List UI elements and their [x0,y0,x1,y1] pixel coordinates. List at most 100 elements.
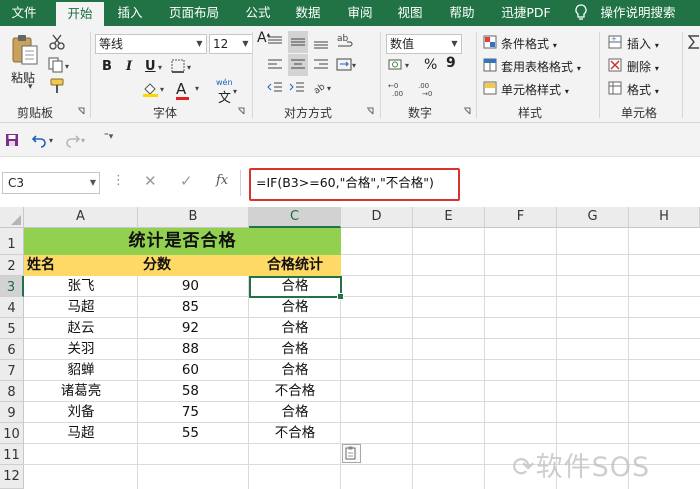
column-header-e[interactable]: E [413,207,485,228]
wrap-text-icon[interactable]: ab [336,32,356,50]
cell-score[interactable]: 85 [138,297,249,318]
font-size-select[interactable]: 12 ▼ [209,34,253,54]
tab-page-layout[interactable]: 页面布局 [162,0,226,26]
format-cells-button[interactable]: 格式 ▾ [627,81,659,98]
save-icon[interactable] [5,133,19,147]
bold-button[interactable]: B [102,59,112,74]
insert-function-button[interactable]: fx [216,173,228,188]
fill-color-icon[interactable]: ▾ [142,81,168,97]
accounting-format-icon[interactable]: ▾ [388,57,414,73]
delete-cells-icon[interactable] [608,58,622,72]
format-cells-icon[interactable] [608,81,622,95]
tab-formulas[interactable]: 公式 [238,0,278,26]
row-header-5[interactable]: 5 [0,318,24,339]
header-cell-name[interactable]: 姓名 [24,255,138,276]
cell-score[interactable]: 90 [138,276,249,297]
tab-insert[interactable]: 插入 [110,0,150,26]
decrease-indent-icon[interactable] [266,80,284,96]
paste-icon[interactable] [10,34,40,66]
comma-style-button[interactable]: 9 [446,55,456,71]
format-as-table-button[interactable]: 套用表格格式 ▾ [501,58,581,75]
editing-sum-icon[interactable] [688,35,700,49]
dialog-launcher-icon[interactable] [77,107,86,116]
delete-cells-button[interactable]: 删除 ▾ [627,58,659,75]
tab-home[interactable]: 开始 [56,2,104,26]
format-as-table-icon[interactable] [483,58,497,72]
cell-name[interactable]: 诸葛亮 [24,381,138,402]
cell-score[interactable]: 58 [138,381,249,402]
chevron-down-icon[interactable]: ▾ [233,87,237,96]
dialog-launcher-icon[interactable] [366,107,375,116]
cell-result[interactable]: 合格 [249,339,341,360]
column-header-d[interactable]: D [341,207,413,228]
font-color-button[interactable]: A [176,80,189,100]
select-all-button[interactable] [0,207,24,228]
row-header-10[interactable]: 10 [0,423,24,444]
cell-result[interactable]: 合格 [249,318,341,339]
row-header-11[interactable]: 11 [0,444,24,465]
cell-name[interactable]: 关羽 [24,339,138,360]
align-left-icon[interactable] [266,57,284,73]
sheet-title-cell[interactable]: 统计是否合格 [24,228,341,255]
decrease-decimal-icon[interactable]: .00→0 [418,81,442,97]
tab-review[interactable]: 审阅 [340,0,380,26]
orientation-icon[interactable]: ab ▾ [312,80,334,96]
percent-style-button[interactable]: % [424,57,437,73]
align-center-icon[interactable] [288,54,308,76]
cell-name[interactable]: 马超 [24,423,138,444]
cell-name[interactable]: 貂蝉 [24,360,138,381]
increase-decimal-icon[interactable]: ←0.00 [388,81,412,97]
underline-button[interactable]: U [145,59,156,74]
cell-score[interactable]: 55 [138,423,249,444]
chevron-down-icon[interactable]: ▾ [195,84,199,93]
merge-center-icon[interactable]: ▾ [336,57,358,73]
row-header-3[interactable]: 3 [0,276,24,297]
formula-bar-grip-icon[interactable]: ⋮ [112,173,125,188]
cell-name[interactable]: 马超 [24,297,138,318]
cell-name[interactable]: 张飞 [24,276,138,297]
align-top-icon[interactable] [266,34,284,50]
column-header-b[interactable]: B [138,207,249,228]
cancel-entry-button[interactable]: ✕ [144,172,157,190]
tab-help[interactable]: 帮助 [442,0,482,26]
tell-me-search[interactable]: 操作说明搜索 [596,0,680,26]
increase-indent-icon[interactable] [288,80,306,96]
redo-icon[interactable]: ▾ [64,132,90,148]
column-header-g[interactable]: G [557,207,629,228]
cell-name[interactable]: 刘备 [24,402,138,423]
tab-xunjie-pdf[interactable]: 迅捷PDF [492,0,560,26]
align-right-icon[interactable] [312,57,330,73]
number-format-select[interactable]: 数值 ▼ [386,34,462,54]
cell-result[interactable]: 不合格 [249,381,341,402]
column-header-f[interactable]: F [485,207,557,228]
borders-icon[interactable]: ▾ [171,59,195,75]
italic-button[interactable]: I [126,59,132,74]
name-box[interactable]: C3 ▼ [2,172,100,194]
cell-styles-button[interactable]: 单元格样式 ▾ [501,81,569,98]
dialog-launcher-icon[interactable] [237,107,246,116]
tab-view[interactable]: 视图 [390,0,430,26]
insert-cells-button[interactable]: 插入 ▾ [627,35,659,52]
cut-icon[interactable] [49,34,65,50]
header-cell-score[interactable]: 分数 [138,255,249,276]
copy-icon[interactable]: ▾ [48,57,72,73]
row-header-4[interactable]: 4 [0,297,24,318]
conditional-formatting-button[interactable]: 条件格式 ▾ [501,35,557,52]
row-header-1[interactable]: 1 [0,228,24,255]
cell-name[interactable]: 赵云 [24,318,138,339]
row-header-9[interactable]: 9 [0,402,24,423]
active-cell-selection[interactable] [249,276,344,300]
customize-qat-icon[interactable]: ⁼▾ [104,132,113,142]
chevron-down-icon[interactable]: ▾ [158,63,162,72]
header-cell-pass-stat[interactable]: 合格统计 [249,255,341,276]
cell-score[interactable]: 88 [138,339,249,360]
font-name-select[interactable]: 等线 ▼ [95,34,207,54]
paste-options-button[interactable] [342,444,361,463]
cell-result[interactable]: 不合格 [249,423,341,444]
row-header-6[interactable]: 6 [0,339,24,360]
tab-data[interactable]: 数据 [288,0,328,26]
cell-score[interactable]: 92 [138,318,249,339]
phonetic-guide-button[interactable]: wén [216,78,233,87]
column-header-c[interactable]: C [249,207,341,228]
format-painter-icon[interactable] [49,78,67,94]
